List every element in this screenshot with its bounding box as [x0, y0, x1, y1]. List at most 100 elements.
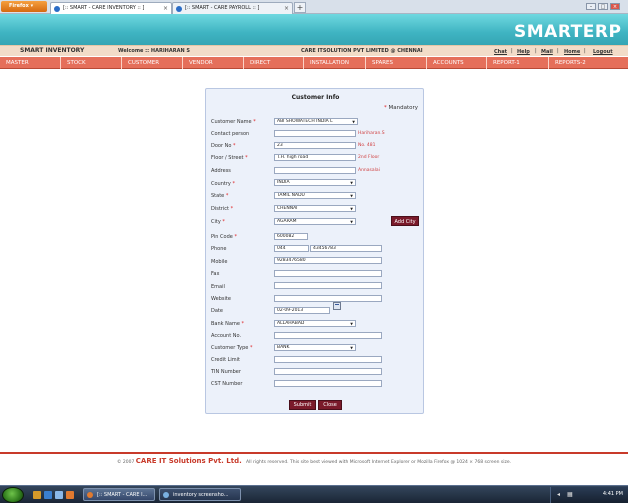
label-contact-person: Contact person — [211, 131, 250, 137]
menu-customer[interactable]: CUSTOMER — [122, 57, 183, 69]
help-link[interactable]: Help — [517, 49, 530, 55]
add-city-button[interactable]: Add City — [391, 216, 419, 226]
district-select[interactable]: CHENNAI — [274, 205, 356, 212]
new-tab-button[interactable]: + — [294, 2, 306, 13]
smarterp-logo: SMARTERP — [514, 22, 622, 42]
network-icon[interactable]: ▦ — [567, 491, 573, 498]
floor-street-input[interactable]: T.H. high road — [274, 154, 356, 161]
main-menu: MASTER STOCK CUSTOMER VENDOR DIRECT INST… — [0, 57, 628, 69]
customer-info-panel: Customer Info * Mandatory Customer Name … — [205, 88, 424, 414]
speaker-icon[interactable]: ◂ — [557, 491, 560, 498]
hint-floor-street: 2nd Floor — [358, 155, 380, 160]
firefox-icon — [87, 492, 93, 498]
label-date: Date — [211, 308, 223, 314]
minimize-icon[interactable]: – — [586, 3, 596, 10]
phone-code-input[interactable]: 044 — [274, 245, 309, 252]
firefox-quicklaunch-icon[interactable] — [66, 491, 74, 499]
label-phone: Phone — [211, 246, 227, 252]
pin-code-input[interactable]: 600082 — [274, 233, 308, 240]
footer-divider — [0, 452, 628, 454]
image-icon — [163, 492, 169, 498]
welcome-text: Welcome :: HARIHARAN S — [118, 48, 190, 54]
menu-reports-2[interactable]: REPORTS-2 — [549, 57, 628, 69]
label-website: Website — [211, 296, 231, 302]
home-link[interactable]: Home — [564, 49, 580, 55]
folder-icon[interactable] — [33, 491, 41, 499]
firefox-favicon-icon — [176, 6, 182, 12]
tin-number-input[interactable] — [274, 368, 382, 375]
menu-report-1[interactable]: REPORT-1 — [487, 57, 549, 69]
label-customer-type: Customer Type * — [211, 345, 253, 351]
date-input[interactable]: 02-09-2013 — [274, 307, 330, 314]
hint-contact-person: Hariharan.S — [358, 131, 385, 136]
state-select[interactable]: TAMIL NADU — [274, 192, 356, 199]
tab-close-icon[interactable]: × — [284, 3, 289, 14]
firefox-menu-button[interactable]: Firefox ▾ — [1, 1, 47, 12]
cst-number-input[interactable] — [274, 380, 382, 387]
menu-master[interactable]: MASTER — [0, 57, 61, 69]
menu-spares[interactable]: SPARES — [366, 57, 427, 69]
mobile-input[interactable]: 9283476580 — [274, 257, 382, 264]
calendar-icon[interactable] — [333, 302, 341, 310]
footer-brand: CARE IT Solutions Pvt. Ltd. — [135, 457, 242, 465]
windows-taskbar: [:: SMART - CARE I... inventory screensh… — [0, 485, 628, 503]
firefox-favicon-icon — [54, 6, 60, 12]
mail-link[interactable]: Mail — [541, 49, 553, 55]
footer: © 2007 CARE IT Solutions Pvt. Ltd. All r… — [116, 457, 512, 465]
label-account-no: Account No. — [211, 333, 242, 339]
label-floor-street: Floor / Street * — [211, 155, 248, 161]
tab-inventory[interactable]: [:: SMART - CARE INVENTORY :: ] × — [50, 2, 172, 14]
close-icon[interactable]: × — [610, 3, 620, 10]
menu-accounts[interactable]: ACCOUNTS — [427, 57, 487, 69]
info-bar: SMART INVENTORY Welcome :: HARIHARAN S C… — [0, 45, 628, 56]
label-pin-code: Pin Code * — [211, 234, 237, 240]
country-select[interactable]: INDIA — [274, 179, 356, 186]
phone-number-input[interactable]: 43456783 — [310, 245, 382, 252]
account-no-input[interactable] — [274, 332, 382, 339]
door-no-input[interactable]: 23 — [274, 142, 356, 149]
hint-address: Annasalai — [358, 168, 380, 173]
label-fax: Fax — [211, 271, 220, 277]
system-tray: ◂ ▦ 4:41 PM — [550, 487, 628, 503]
tab-close-icon[interactable]: × — [163, 3, 168, 14]
form-title: Customer Info — [291, 94, 340, 101]
submit-button[interactable]: Submit — [289, 400, 316, 410]
company-name: CARE ITSOLUTION PVT LIMITED @ CHENNAI — [301, 48, 423, 54]
bank-name-select[interactable]: ALLAHABAD — [274, 320, 356, 327]
credit-limit-input[interactable] — [274, 356, 382, 363]
menu-stock[interactable]: STOCK — [61, 57, 122, 69]
contact-person-input[interactable] — [274, 130, 356, 137]
customer-type-select[interactable]: BANK — [274, 344, 356, 351]
label-district: District * — [211, 206, 234, 212]
clock[interactable]: 4:41 PM — [603, 491, 623, 497]
browser-tab-bar: Firefox ▾ [:: SMART - CARE INVENTORY :: … — [0, 0, 628, 14]
address-input[interactable] — [274, 167, 356, 174]
close-button[interactable]: Close — [318, 400, 342, 410]
label-country: Country * — [211, 181, 235, 187]
menu-installation[interactable]: INSTALLATION — [304, 57, 366, 69]
task-firefox[interactable]: [:: SMART - CARE I... — [83, 488, 155, 501]
label-address: Address — [211, 168, 231, 174]
label-customer-name: Customer Name * — [211, 119, 256, 125]
desktop-icon[interactable] — [55, 491, 63, 499]
logout-link[interactable]: Logout — [593, 49, 613, 55]
mandatory-note: * Mandatory — [383, 105, 418, 111]
app-title: SMART INVENTORY — [20, 47, 85, 54]
tab-payroll[interactable]: [:: SMART - CARE PAYROLL :: ] × — [172, 2, 293, 14]
menu-direct[interactable]: DIRECT — [244, 57, 304, 69]
city-select[interactable]: AGARAM — [274, 218, 356, 225]
hint-door-no: No. 481 — [358, 143, 376, 148]
label-door-no: Door No * — [211, 143, 236, 149]
fax-input[interactable] — [274, 270, 382, 277]
label-state: State * — [211, 193, 229, 199]
task-screenshot[interactable]: inventory screensho... — [159, 488, 241, 501]
windows-start-button[interactable] — [2, 487, 24, 503]
website-input[interactable] — [274, 295, 382, 302]
menu-vendor[interactable]: VENDOR — [183, 57, 244, 69]
email-input[interactable] — [274, 282, 382, 289]
maximize-icon[interactable]: □ — [598, 3, 608, 10]
chat-link[interactable]: Chat — [494, 49, 507, 55]
customer-name-select[interactable]: ABI SHOWATECH INDIA L — [274, 118, 358, 125]
label-bank-name: Bank Name * — [211, 321, 244, 327]
ie-icon[interactable] — [44, 491, 52, 499]
